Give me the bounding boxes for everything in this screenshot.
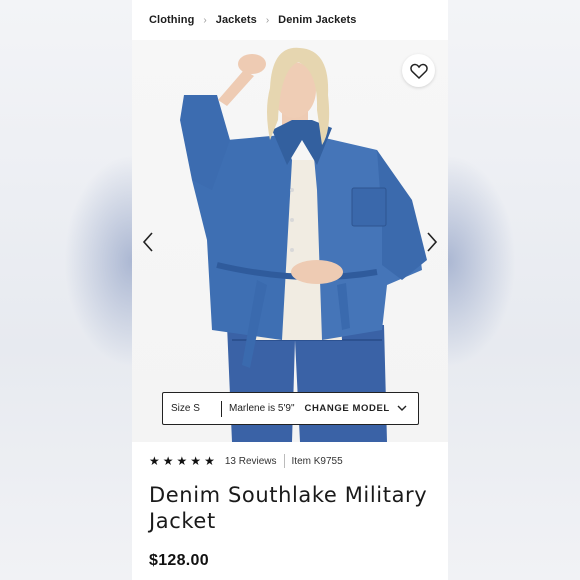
- breadcrumb: Clothing › Jackets › Denim Jackets: [132, 0, 448, 40]
- star-icon: ★: [176, 454, 188, 468]
- change-model-label: CHANGE MODEL: [304, 403, 390, 414]
- heart-icon: [409, 63, 428, 79]
- rating-row: ★ ★ ★ ★ ★ 13 Reviews Item K9755: [149, 442, 448, 480]
- background-blur-left: [0, 0, 132, 580]
- product-info: ★ ★ ★ ★ ★ 13 Reviews Item K9755 Denim So…: [132, 442, 448, 580]
- divider: [221, 400, 222, 417]
- star-icon: ★: [149, 454, 160, 468]
- chevron-right-icon: ›: [265, 14, 270, 26]
- item-number: Item K9755: [291, 455, 343, 467]
- product-title: Denim Southlake Military Jacket: [149, 483, 428, 533]
- star-icon: ★: [190, 454, 202, 468]
- divider: [283, 454, 285, 468]
- breadcrumb-denim-jackets[interactable]: Denim Jackets: [278, 14, 356, 26]
- chevron-left-icon: [142, 232, 153, 252]
- reviews-link[interactable]: 13 Reviews: [225, 456, 277, 467]
- change-model-button[interactable]: CHANGE MODEL: [305, 403, 407, 414]
- product-card: Clothing › Jackets › Denim Jackets Size …: [132, 0, 448, 580]
- wishlist-button[interactable]: [402, 54, 435, 87]
- previous-image-button[interactable]: [141, 230, 155, 254]
- breadcrumb-clothing[interactable]: Clothing: [149, 14, 194, 26]
- model-size-bar: Size S Marlene is 5'9" CHANGE MODEL: [162, 392, 419, 425]
- product-price: $128.00: [149, 552, 209, 569]
- star-icon: ★: [204, 454, 215, 468]
- next-image-button[interactable]: [425, 230, 439, 254]
- model-size-label: Size S: [171, 403, 200, 414]
- chevron-right-icon: [427, 232, 438, 252]
- star-icon: ★: [162, 454, 174, 468]
- breadcrumb-jackets[interactable]: Jackets: [216, 14, 257, 26]
- product-photo[interactable]: Size S Marlene is 5'9" CHANGE MODEL: [132, 40, 448, 442]
- chevron-down-icon: [397, 405, 407, 411]
- background-blur-right: [448, 0, 580, 580]
- star-rating[interactable]: ★ ★ ★ ★ ★: [149, 455, 215, 467]
- model-height-text: Marlene is 5'9": [229, 403, 295, 414]
- model-wearing-jacket-image: [180, 47, 427, 442]
- chevron-right-icon: ›: [203, 14, 207, 26]
